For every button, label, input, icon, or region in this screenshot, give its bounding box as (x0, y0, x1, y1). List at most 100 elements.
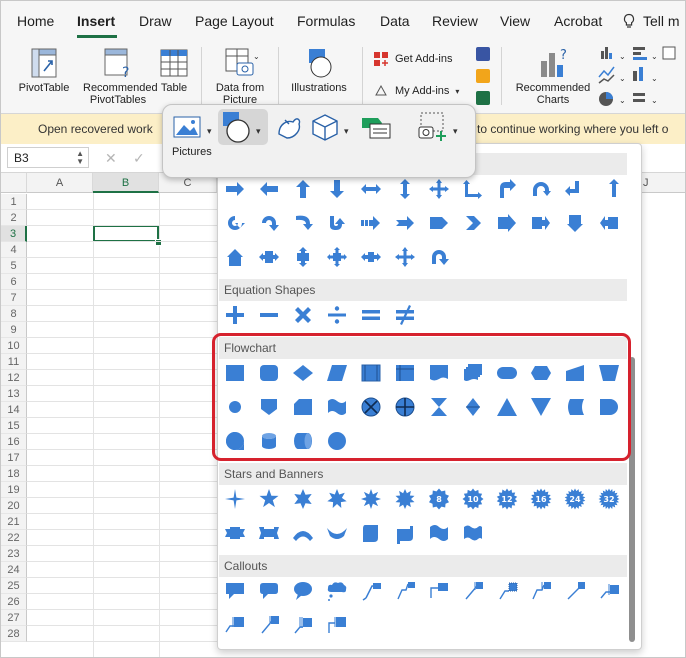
enter-entry-icon[interactable]: ✓ (133, 150, 145, 167)
block-arrow-30[interactable] (391, 243, 419, 271)
callout-shape-10[interactable] (527, 577, 555, 605)
row-header-22[interactable]: 22 (1, 530, 27, 546)
block-arrow-4[interactable] (323, 175, 351, 203)
screenshot-button[interactable]: ▾ (413, 109, 463, 145)
callout-shape-4[interactable] (323, 577, 351, 605)
callout-shape-2[interactable] (255, 577, 283, 605)
equation-shape-1[interactable] (221, 301, 249, 329)
star-banner-shape-9[interactable]: 12 (493, 485, 521, 513)
block-arrow-19[interactable] (425, 209, 453, 237)
block-arrow-26[interactable] (255, 243, 283, 271)
block-arrow-29[interactable] (357, 243, 385, 271)
tab-view[interactable]: View (500, 13, 530, 29)
callout-shape-13[interactable] (221, 611, 249, 639)
row-header-27[interactable]: 27 (1, 610, 27, 626)
cancel-entry-icon[interactable]: ✕ (105, 150, 117, 167)
recommended-pivottables-button[interactable]: ? Recommended PivotTables (83, 47, 158, 106)
recommended-charts-button[interactable]: ? Recommended Charts (513, 47, 593, 106)
smartart-button[interactable] (358, 109, 398, 145)
tab-acrobat[interactable]: Acrobat (554, 13, 602, 29)
star-banner-shape-20[interactable] (459, 519, 487, 547)
tab-insert[interactable]: Insert (77, 13, 115, 29)
tab-home[interactable]: Home (17, 13, 54, 29)
row-header-1[interactable]: 1 (1, 194, 27, 210)
callout-shape-5[interactable] (357, 577, 385, 605)
illustrations-button[interactable]: Illustrations (287, 47, 351, 94)
table-button[interactable]: Table (158, 47, 190, 94)
star-banner-shape-19[interactable] (425, 519, 453, 547)
my-addins-button[interactable]: My Add-ins ▾ (373, 83, 459, 99)
star-banner-shape-13[interactable] (221, 519, 249, 547)
column-header-b[interactable]: B (93, 173, 159, 193)
star-banner-shape-16[interactable] (323, 519, 351, 547)
row-header-8[interactable]: 8 (1, 306, 27, 322)
icons-button[interactable] (271, 109, 305, 145)
star-banner-shape-6[interactable] (391, 485, 419, 513)
equation-shape-2[interactable] (255, 301, 283, 329)
row-header-3[interactable]: 3 (1, 226, 27, 242)
row-header-4[interactable]: 4 (1, 242, 27, 258)
pictures-button[interactable]: ▾ (169, 109, 213, 145)
star-banner-shape-5[interactable] (357, 485, 385, 513)
row-header-15[interactable]: 15 (1, 418, 27, 434)
block-arrow-22[interactable] (527, 209, 555, 237)
tab-data[interactable]: Data (380, 13, 410, 29)
name-box[interactable]: B3 ▲ ▼ (7, 147, 89, 168)
block-arrow-21[interactable] (493, 209, 521, 237)
3d-models-button[interactable]: ▾ (308, 109, 354, 145)
callout-shape-1[interactable] (221, 577, 249, 605)
row-header-21[interactable]: 21 (1, 514, 27, 530)
tab-review[interactable]: Review (432, 13, 478, 29)
row-header-6[interactable]: 6 (1, 274, 27, 290)
data-from-picture-button[interactable]: ⌄ Data from Picture (211, 47, 269, 106)
row-header-24[interactable]: 24 (1, 562, 27, 578)
equation-shape-3[interactable] (289, 301, 317, 329)
star-banner-shape-17[interactable] (357, 519, 385, 547)
shapes-button[interactable]: ▾ (218, 109, 268, 145)
row-header-26[interactable]: 26 (1, 594, 27, 610)
callout-shape-11[interactable] (561, 577, 589, 605)
row-header-16[interactable]: 16 (1, 434, 27, 450)
star-banner-shape-15[interactable] (289, 519, 317, 547)
callout-shape-16[interactable] (323, 611, 351, 639)
row-header-20[interactable]: 20 (1, 498, 27, 514)
row-header-7[interactable]: 7 (1, 290, 27, 306)
row-header-14[interactable]: 14 (1, 402, 27, 418)
star-banner-shape-1[interactable] (221, 485, 249, 513)
star-banner-shape-2[interactable] (255, 485, 283, 513)
block-arrow-17[interactable] (357, 209, 385, 237)
star-banner-shape-10[interactable]: 16 (527, 485, 555, 513)
callout-shape-8[interactable] (459, 577, 487, 605)
select-all-corner[interactable] (1, 173, 27, 193)
row-header-23[interactable]: 23 (1, 546, 27, 562)
callout-shape-6[interactable] (391, 577, 419, 605)
row-header-18[interactable]: 18 (1, 466, 27, 482)
block-arrow-25[interactable] (221, 243, 249, 271)
callout-shape-7[interactable] (425, 577, 453, 605)
block-arrow-14[interactable] (255, 209, 283, 237)
row-header-5[interactable]: 5 (1, 258, 27, 274)
tab-draw[interactable]: Draw (139, 13, 172, 29)
row-header-12[interactable]: 12 (1, 370, 27, 386)
get-addins-button[interactable]: Get Add-ins (373, 51, 452, 67)
block-arrow-8[interactable] (459, 175, 487, 203)
chart-type-buttons[interactable]: ⌄ ⌄ ⌄ ⌄ ⌄ ⌄ (597, 43, 681, 111)
name-box-stepper-icon[interactable]: ▲ ▼ (76, 150, 84, 166)
star-banner-shape-8[interactable]: 10 (459, 485, 487, 513)
equation-shape-5[interactable] (357, 301, 385, 329)
block-arrow-6[interactable] (391, 175, 419, 203)
tab-formulas[interactable]: Formulas (297, 13, 355, 29)
column-header-a[interactable]: A (27, 173, 93, 193)
block-arrow-27[interactable] (289, 243, 317, 271)
block-arrow-3[interactable] (289, 175, 317, 203)
block-arrow-11[interactable] (561, 175, 589, 203)
block-arrow-15[interactable] (289, 209, 317, 237)
row-header-13[interactable]: 13 (1, 386, 27, 402)
star-banner-shape-14[interactable] (255, 519, 283, 547)
star-banner-shape-3[interactable] (289, 485, 317, 513)
row-header-11[interactable]: 11 (1, 354, 27, 370)
callout-shape-15[interactable] (289, 611, 317, 639)
pivottable-button[interactable]: PivotTable (16, 47, 72, 94)
row-header-10[interactable]: 10 (1, 338, 27, 354)
block-arrow-18[interactable] (391, 209, 419, 237)
